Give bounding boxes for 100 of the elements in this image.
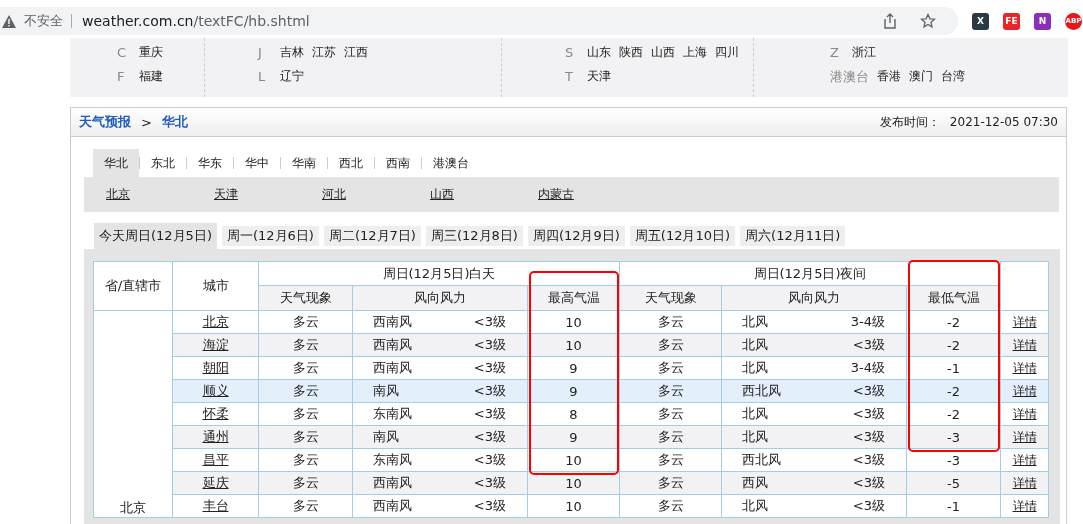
city-link[interactable]: 怀柔 [202,406,229,421]
table-cell: -2 [906,310,1001,334]
wind-direction: 北风 [742,405,768,423]
wind-direction: 西北风 [742,382,781,400]
index-letter: T [565,69,574,84]
table-cell: 10 [527,448,620,472]
table-cell: 多云 [258,356,353,380]
city-link[interactable]: 顺义 [202,383,229,398]
province-link[interactable]: 山西 [430,186,538,203]
province-link[interactable]: 江西 [344,44,368,61]
province-link[interactable]: 浙江 [852,43,876,61]
wind-direction: 南风 [373,382,399,400]
table-cell: 9 [527,356,620,380]
column-header: 风向风力 [352,285,528,311]
region-tab[interactable]: 华南 [281,149,327,177]
table-cell: 多云 [619,310,722,334]
wind-level: <3级 [473,359,506,377]
city-link[interactable]: 通州 [202,429,229,444]
star-icon[interactable] [920,13,936,29]
extension-icon[interactable]: FE [1003,12,1020,30]
province-link[interactable]: 内蒙古 [538,186,646,203]
province-link[interactable]: 重庆 [139,44,163,61]
security-label[interactable]: 不安全 [24,14,72,28]
table-cell: 多云 [258,402,353,426]
index-letter: C [117,45,128,60]
table-cell: -1 [906,356,1001,380]
wind-level: <3级 [852,382,885,400]
extension-icon[interactable]: X [972,12,989,30]
city-link[interactable]: 海淀 [202,337,229,352]
column-header: 城市 [172,261,259,311]
table-cell: 10 [527,310,620,334]
wind-direction: 北风 [742,359,768,377]
day-tab[interactable]: 周六(12月11日) [740,226,846,246]
province-link[interactable]: 辽宁 [280,68,304,85]
wind-level: <3级 [473,336,506,354]
wind-level: <3级 [852,405,885,423]
day-tab[interactable]: 周四(12月9日) [527,226,625,246]
table-cell: 8 [527,402,620,426]
table-cell: 多云 [619,356,722,380]
day-tab[interactable]: 周五(12月10日) [629,226,736,246]
province-link[interactable]: 吉林 [280,44,304,61]
wind-level: <3级 [473,313,506,331]
publish-label: 发布时间： [879,113,940,131]
city-link[interactable]: 昌平 [202,452,229,467]
column-group-header: 周日(12月5日)白天 [258,261,620,286]
wind-direction: 西北风 [742,451,781,469]
day-tab[interactable]: 周一(12月6日) [221,226,319,246]
region-tab[interactable]: 西北 [328,149,374,177]
province-link[interactable]: 天津 [587,68,611,85]
province-link[interactable]: 河北 [322,186,430,203]
address-bar-url[interactable]: weather.com.cn/textFC/hb.shtml [82,13,310,29]
province-link[interactable]: 江苏 [312,44,336,61]
breadcrumb-separator: > [141,114,152,130]
index-letter: J [258,45,263,60]
province-cell: 北京 [93,310,173,518]
index-letter: Z [830,44,840,60]
column-header: 风向风力 [721,285,907,311]
province-link[interactable]: 福建 [139,68,163,85]
table-cell: -2 [906,402,1001,426]
wind-level: <3级 [473,451,506,469]
region-tab[interactable]: 华中 [234,149,280,177]
index-letter: L [258,69,267,84]
day-tab[interactable]: 周三(12月8日) [425,226,523,246]
wind-direction: 南风 [373,428,399,446]
province-link[interactable]: 山西 [651,44,675,61]
region-tab[interactable]: 港澳台 [422,149,480,177]
breadcrumb-current[interactable]: 华北 [161,113,188,131]
table-cell: 多云 [619,494,722,518]
breadcrumb-link[interactable]: 天气预报 [79,113,131,131]
province-link[interactable]: 北京 [106,186,214,203]
wind-direction: 西南风 [373,336,412,354]
province-link[interactable]: 天津 [214,186,322,203]
province-link[interactable]: 陕西 [619,44,643,61]
province-link[interactable]: 上海 [683,44,707,61]
wind-level: <3级 [852,336,885,354]
wind-level: <3级 [473,382,506,400]
region-tab[interactable]: 华东 [187,149,233,177]
region-tab[interactable]: 东北 [140,149,186,177]
wind-level: <3级 [852,451,885,469]
extension-icon[interactable]: N [1034,12,1051,30]
province-link[interactable]: 香港 [877,68,901,85]
province-link[interactable]: 山东 [587,44,611,61]
table-cell: 多云 [258,494,353,518]
province-link[interactable]: 澳门 [909,68,933,85]
province-link[interactable]: 四川 [715,44,739,61]
share-icon[interactable] [882,13,898,29]
city-link[interactable]: 丰台 [202,498,229,513]
city-link[interactable]: 北京 [202,314,229,329]
day-tab[interactable]: 今天周日(12月5日) [94,223,217,249]
region-tab[interactable]: 华北 [93,149,139,177]
city-link[interactable]: 延庆 [202,475,229,490]
wind-level: <3级 [473,405,506,423]
region-tab[interactable]: 西南 [375,149,421,177]
index-letter: 港澳台 [830,67,869,86]
table-cell: -3 [906,448,1001,472]
city-link[interactable]: 朝阳 [202,360,229,375]
province-link[interactable]: 台湾 [941,68,965,85]
wind-level: <3级 [473,474,506,492]
day-tab[interactable]: 周二(12月7日) [323,226,421,246]
index-letter: S [565,45,575,60]
